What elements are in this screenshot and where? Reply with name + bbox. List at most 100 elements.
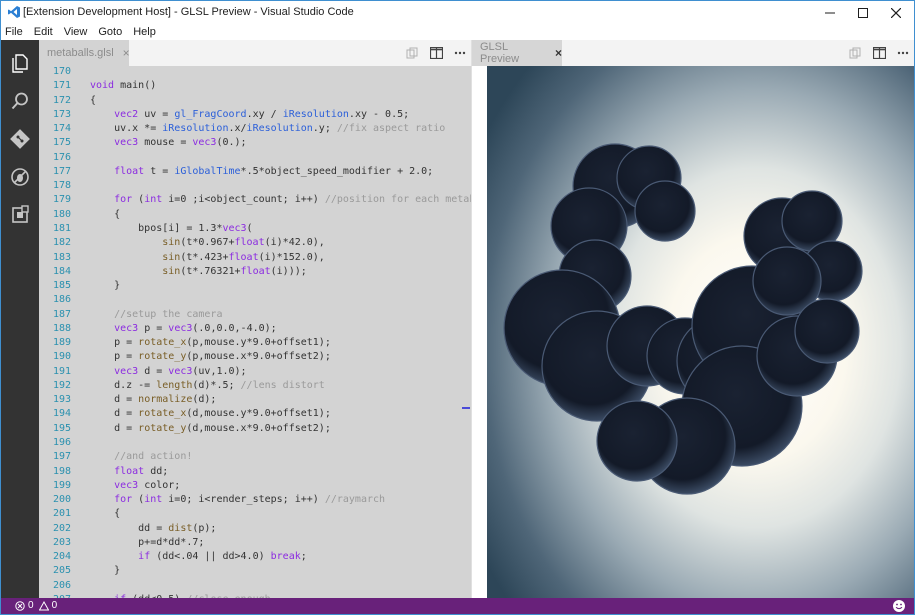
line-text: { <box>90 508 121 520</box>
line-text: vec3 d = vec3(uv,1.0); <box>114 365 247 377</box>
copy-icon <box>406 47 418 59</box>
window-title: [Extension Development Host] - GLSL Prev… <box>23 6 354 18</box>
error-count: 0 <box>28 600 34 611</box>
line-number: 187 <box>52 308 71 320</box>
debug-button[interactable] <box>8 165 32 189</box>
code-line[interactable]: 181 bpos[i] = 1.3*vec3( <box>39 222 471 236</box>
code-line[interactable]: 176 <box>39 151 471 165</box>
line-number: 183 <box>52 251 71 263</box>
code-line[interactable]: 185 } <box>39 279 471 293</box>
metaballs-render <box>487 66 914 598</box>
code-line[interactable]: 193 d = normalize(d); <box>39 393 471 407</box>
code-line[interactable]: 173 vec2 uv = gl_FragCoord.xy / iResolut… <box>39 108 471 122</box>
line-number: 203 <box>52 536 71 548</box>
line-number: 182 <box>52 237 71 249</box>
line-number: 193 <box>52 394 71 406</box>
code-line[interactable]: 171 void main() <box>39 79 471 93</box>
menu-goto[interactable]: Goto <box>98 26 122 38</box>
code-line[interactable]: 196 <box>39 436 471 450</box>
code-line[interactable]: 204 if (dd<.04 || dd>4.0) break; <box>39 550 471 564</box>
code-line[interactable]: 188 vec3 p = vec3(.0,0.0,-4.0); <box>39 322 471 336</box>
feedback-smiley-icon[interactable] <box>892 599 906 613</box>
code-line[interactable]: 191 vec3 d = vec3(uv,1.0); <box>39 365 471 379</box>
code-line[interactable]: 200 for (int i=0; i<render_steps; i++) /… <box>39 493 471 507</box>
code-line[interactable]: 174 uv.x *= iResolution.x/iResolution.y;… <box>39 122 471 136</box>
line-text: if (dd<.04 || dd>4.0) break; <box>138 551 307 563</box>
open-change-button[interactable] <box>848 46 862 60</box>
line-number: 206 <box>52 579 71 591</box>
line-text: } <box>90 565 121 577</box>
code-line[interactable]: 180 { <box>39 208 471 222</box>
extensions-button[interactable] <box>8 203 32 227</box>
line-text: vec3 color; <box>114 479 181 491</box>
code-line[interactable]: 183 sin(t*.423+float(i)*152.0), <box>39 251 471 265</box>
vscode-window: [Extension Development Host] - GLSL Prev… <box>0 0 915 615</box>
more-icon <box>897 51 909 55</box>
tab-bar-left: metaballs.glsl × <box>39 40 471 66</box>
code-line[interactable]: 194 d = rotate_x(d,mouse.y*9.0+offset1); <box>39 407 471 421</box>
code-line[interactable]: 199 vec3 color; <box>39 479 471 493</box>
git-icon <box>10 129 30 149</box>
maximize-button[interactable] <box>846 1 880 24</box>
minimize-icon <box>825 12 835 13</box>
error-icon <box>15 600 25 611</box>
line-text: sin(t*.76321+float(i))); <box>162 265 307 277</box>
close-icon <box>891 7 901 18</box>
code-line[interactable]: 203 p+=d*dd*.7; <box>39 536 471 550</box>
menu-help[interactable]: Help <box>133 26 156 38</box>
code-line[interactable]: 170 <box>39 66 471 79</box>
code-line[interactable]: 202 dd = dist(p); <box>39 522 471 536</box>
line-number: 172 <box>52 94 71 106</box>
tab-metaballs-glsl[interactable]: metaballs.glsl × <box>39 40 130 66</box>
tab-close-icon[interactable]: × <box>123 46 130 60</box>
code-line[interactable]: 205 } <box>39 564 471 578</box>
split-editor-button[interactable] <box>872 46 886 60</box>
code-line[interactable]: 206 <box>39 579 471 593</box>
line-number: 195 <box>52 422 71 434</box>
line-text: float dd; <box>114 465 169 477</box>
line-number: 201 <box>52 508 71 520</box>
line-number: 190 <box>52 351 71 363</box>
code-line[interactable]: 184 sin(t*.76321+float(i))); <box>39 265 471 279</box>
code-line[interactable]: 182 sin(t*0.967+float(i)*42.0), <box>39 236 471 250</box>
line-text: //and action! <box>114 451 193 463</box>
debug-icon <box>11 168 29 186</box>
code-line[interactable]: 195 d = rotate_y(d,mouse.x*9.0+offset2); <box>39 422 471 436</box>
tab-glsl-preview[interactable]: GLSL Preview × <box>472 40 562 66</box>
code-line[interactable]: 172 { <box>39 94 471 108</box>
editor-actions-left <box>405 46 477 60</box>
git-button[interactable] <box>8 127 32 151</box>
problems-indicator[interactable]: 0 0 <box>15 600 62 611</box>
line-number: 200 <box>52 494 71 506</box>
line-number: 175 <box>52 137 71 149</box>
menu-edit[interactable]: Edit <box>34 26 53 38</box>
tab-close-icon[interactable]: × <box>555 46 562 60</box>
search-button[interactable] <box>8 89 32 113</box>
code-editor[interactable]: 170 171 void main() 172 {173 vec2 uv = gl_Fr… <box>39 66 471 598</box>
code-line[interactable]: 187 //setup the camera <box>39 308 471 322</box>
code-line[interactable]: 197 //and action! <box>39 450 471 464</box>
open-change-button[interactable] <box>405 46 419 60</box>
code-line[interactable]: 178 <box>39 179 471 193</box>
code-line[interactable]: 198 float dd; <box>39 465 471 479</box>
code-line[interactable]: 192 d.z -= length(d)*.5; //lens distort <box>39 379 471 393</box>
menu-file[interactable]: File <box>5 26 23 38</box>
code-line[interactable]: 177 float t = iGlobalTime*.5*object_spee… <box>39 165 471 179</box>
minimize-button[interactable] <box>813 1 847 24</box>
line-text: sin(t*.423+float(i)*152.0), <box>162 251 325 263</box>
explorer-button[interactable] <box>8 51 32 75</box>
split-editor-button[interactable] <box>429 46 443 60</box>
code-line[interactable]: 179 for (int i=0 ;i<object_count; i++) /… <box>39 193 471 207</box>
code-line[interactable]: 190 p = rotate_y(p,mouse.x*9.0+offset2); <box>39 350 471 364</box>
more-actions-button[interactable] <box>896 46 910 60</box>
more-actions-button[interactable] <box>453 46 467 60</box>
menu-view[interactable]: View <box>64 26 88 38</box>
code-line[interactable]: 189 p = rotate_x(p,mouse.y*9.0+offset1); <box>39 336 471 350</box>
code-line[interactable]: 175 vec3 mouse = vec3(0.); <box>39 136 471 150</box>
close-window-button[interactable] <box>879 1 913 24</box>
code-line[interactable]: 186 <box>39 293 471 307</box>
code-line[interactable]: 201 { <box>39 507 471 521</box>
editor-group-left: metaballs.glsl × 170 171 void main() 172 {17… <box>39 40 471 598</box>
line-text: for (int i=0 ;i<object_count; i++) //pos… <box>114 194 471 206</box>
line-text: d = rotate_y(d,mouse.x*9.0+offset2); <box>90 422 331 434</box>
